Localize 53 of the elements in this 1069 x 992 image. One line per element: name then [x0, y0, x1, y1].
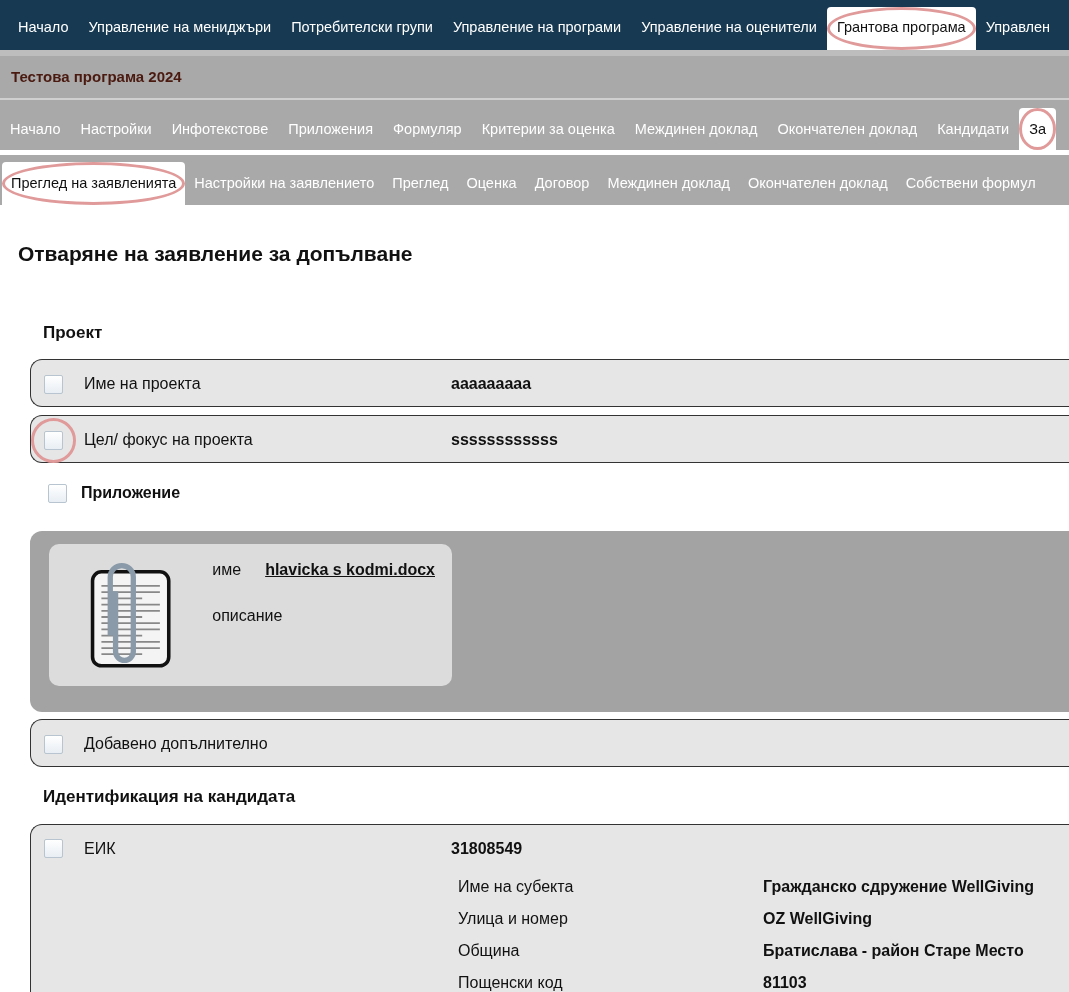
section-tab[interactable]: Настройки на заявлението [185, 162, 384, 205]
detail-value: OZ WellGiving [763, 908, 874, 929]
field-label: ЕИК [84, 838, 117, 859]
section-tab[interactable]: Оценка [457, 162, 526, 205]
section-title: Идентификация на кандидата [43, 786, 297, 808]
section-tab[interactable]: Междинен доклад [598, 162, 739, 205]
detail-label: Пощенски код [458, 972, 564, 992]
attachment-label: Приложение [81, 483, 181, 503]
checkbox[interactable] [44, 430, 63, 450]
nav-tab[interactable]: Инфотекстове [161, 108, 279, 150]
field-value: 31808549 [451, 838, 523, 859]
section-tab[interactable]: Договор [525, 162, 599, 205]
nav-tab[interactable]: Приложения [278, 108, 384, 150]
section-tab[interactable]: Преглед [383, 162, 458, 205]
program-title: Тестова програма 2024 [11, 67, 183, 87]
field-label: Цел/ фокус на проекта [84, 430, 254, 450]
detail-label: Община [458, 940, 521, 961]
detail-label: Име на субекта [458, 876, 575, 897]
detail-label: Улица и номер [458, 908, 569, 929]
nav-tab[interactable]: Критерии за оценка [471, 108, 625, 150]
detail-value: 81103 [763, 972, 808, 992]
nav-tab[interactable]: Потребителски групи [281, 7, 443, 50]
checkbox[interactable] [44, 839, 63, 858]
nav-tab[interactable]: Управлен [975, 7, 1061, 50]
nav-tab[interactable]: Окончателен доклад [767, 108, 928, 150]
nav-tab[interactable]: Настройки [70, 108, 162, 150]
detail-value: Гражданско сдружение WellGiving [763, 876, 1036, 897]
field-value: ssssssssssss [451, 430, 558, 450]
description-label: описание [212, 606, 284, 626]
section-tab[interactable]: Преглед на заявленията [2, 162, 186, 205]
field-value: aaaaaaaaa [451, 374, 532, 394]
checkbox[interactable] [44, 374, 63, 394]
page-title: Отваряне на заявление за допълване [18, 241, 414, 267]
nav-tab[interactable]: Управление на мениджъри [78, 7, 282, 50]
nav-tab[interactable]: Кандидати [927, 108, 1020, 150]
nav-tab[interactable]: Управление на програми [442, 7, 632, 50]
nav-tab[interactable]: Начало [8, 7, 79, 50]
checkbox[interactable] [44, 734, 63, 754]
nav-tab[interactable]: За [1019, 108, 1057, 150]
section-tab[interactable]: Окончателен доклад [738, 162, 897, 205]
nav-tab[interactable]: Формуляр [383, 108, 472, 150]
nav-tab[interactable]: Междинен доклад [624, 108, 768, 150]
section-title: Проект [43, 321, 104, 344]
checkbox[interactable] [48, 483, 67, 503]
nav-tab[interactable]: Управление на оценители [631, 7, 827, 50]
name-label: име [212, 560, 242, 580]
section-tab[interactable]: Собствени формул [896, 162, 1045, 205]
field-label: Име на проекта [84, 374, 202, 394]
nav-tab[interactable]: Грантова програма [826, 7, 976, 50]
file-link[interactable]: hlavicka s kodmi.docx [265, 558, 435, 582]
nav-tab[interactable]: Начало [0, 108, 71, 150]
detail-value: Братислава - район Старе Место [763, 940, 1025, 961]
field-label: Добавено допълнително [84, 734, 269, 754]
